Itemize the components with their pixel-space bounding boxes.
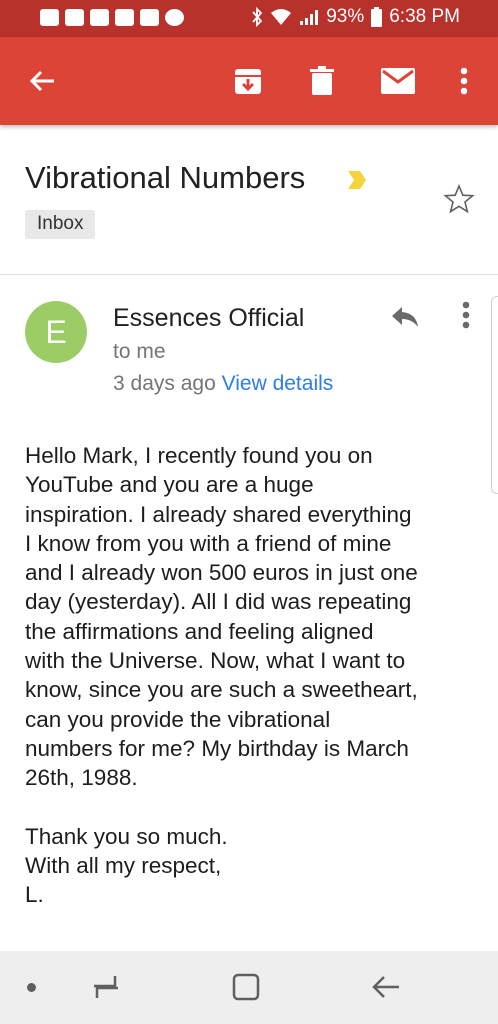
recent-apps-icon [94, 976, 118, 998]
email-date: 3 days ago [113, 372, 216, 395]
recipient-line: to me [113, 340, 166, 363]
mail-icon [381, 68, 415, 94]
reply-icon [392, 307, 418, 327]
facebook-icon [115, 9, 134, 26]
clock: 6:38 PM [389, 6, 460, 27]
message-more-button[interactable] [452, 298, 480, 332]
home-button[interactable] [226, 969, 266, 1005]
status-bar: 93% 6:38 PM [0, 0, 498, 37]
bluetooth-icon [252, 7, 263, 27]
avatar[interactable]: E [25, 301, 87, 363]
email-subject: Vibrational Numbers [25, 160, 306, 195]
back-button[interactable] [22, 61, 62, 101]
back-icon [372, 976, 399, 998]
facebook-icon [90, 9, 109, 26]
mark-unread-button[interactable] [378, 61, 418, 101]
app-bar [0, 37, 498, 125]
system-status: 93% 6:38 PM [251, 6, 460, 28]
inbox-label[interactable]: Inbox [25, 210, 96, 239]
reply-button[interactable] [386, 300, 424, 334]
chat-icon [140, 9, 159, 26]
notification-icons [40, 9, 184, 26]
signal-icon [300, 10, 319, 25]
subject-header: Vibrational Numbers Inbox [0, 125, 498, 275]
back-arrow-icon [29, 70, 54, 92]
battery-percent: 93% [326, 6, 365, 27]
messages-icon [40, 9, 59, 26]
importance-marker-icon[interactable] [346, 169, 368, 191]
battery-icon [371, 7, 383, 27]
more-options-button[interactable] [444, 61, 484, 101]
star-icon[interactable] [443, 183, 475, 215]
archive-button[interactable] [228, 61, 268, 101]
messenger-icon [165, 9, 184, 26]
email-body: Hello Mark, I recently found you on YouT… [25, 443, 418, 908]
view-details-link[interactable]: View details [222, 372, 334, 395]
more-vert-icon [462, 301, 470, 329]
sender-name: Essences Official [113, 304, 305, 332]
delete-button[interactable] [302, 61, 342, 101]
delete-icon [310, 66, 334, 95]
recent-apps-button[interactable] [86, 969, 126, 1005]
nav-dot-icon[interactable] [27, 983, 36, 992]
navigation-bar [0, 951, 498, 1024]
home-icon [232, 973, 260, 1001]
archive-icon [235, 69, 261, 94]
more-vert-icon [460, 67, 468, 95]
nav-back-button[interactable] [366, 969, 406, 1005]
scroll-handle[interactable] [491, 296, 498, 494]
wifi-icon [271, 9, 292, 25]
gmail-icon [65, 9, 84, 26]
date-line: 3 days ago View details [113, 372, 333, 396]
